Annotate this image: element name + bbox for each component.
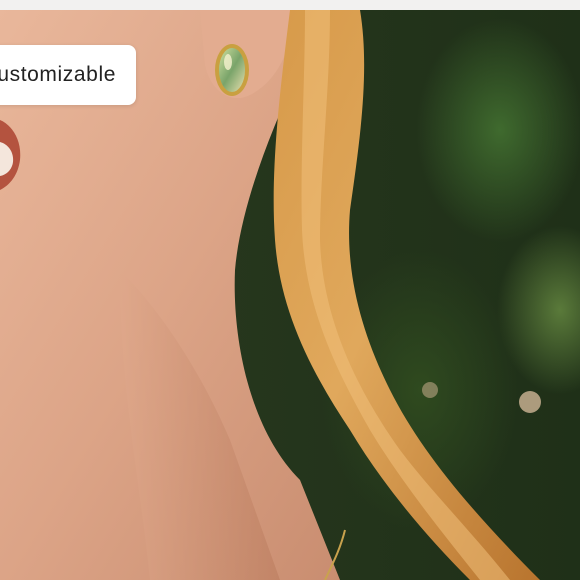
bokeh-light <box>519 391 541 413</box>
badge-label: ustomizable <box>0 63 116 86</box>
top-strip <box>0 0 580 10</box>
earring-icon <box>215 44 249 96</box>
customizable-badge: ustomizable <box>0 45 136 105</box>
bokeh-light <box>422 382 438 398</box>
